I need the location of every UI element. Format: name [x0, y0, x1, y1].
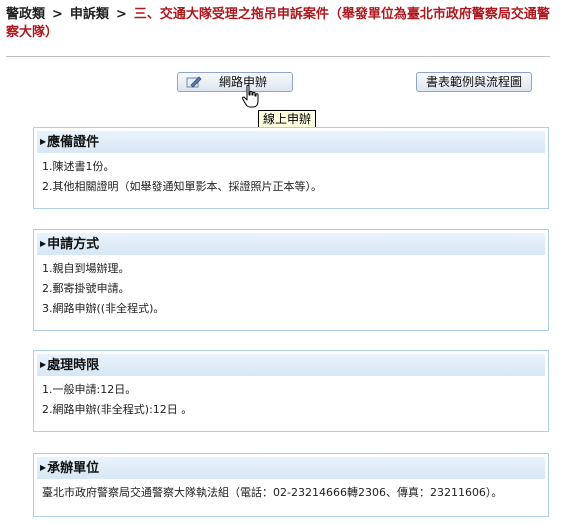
section-title: 承辦單位	[47, 461, 100, 476]
section-line: 1.親自到場辦理。	[42, 262, 130, 275]
section-header: ▶承辦單位	[37, 457, 545, 479]
section-required-documents: ▶應備證件 1.陳述書1份。 2.其他相關證明（如舉發通知單影本、採證照片正本等…	[33, 127, 549, 209]
section-title: 應備證件	[47, 135, 100, 150]
triangle-right-icon: ▶	[40, 463, 47, 472]
pen-icon	[186, 76, 202, 88]
section-body: 1.親自到場辦理。 2.郵寄掛號申請。 3.網路申辦((非全程式)。	[34, 255, 548, 319]
forms-and-flowchart-button[interactable]: 書表範例與流程圖	[416, 72, 532, 92]
section-line: 2.郵寄掛號申請。	[42, 282, 130, 295]
section-title: 處理時限	[47, 358, 100, 373]
forms-and-flowchart-label: 書表範例與流程圖	[425, 75, 522, 89]
section-body: 臺北市政府警察局交通警察大隊執法組（電話：02-23214666轉2306、傳真…	[34, 479, 548, 503]
triangle-right-icon: ▶	[40, 239, 47, 248]
section-line: 2.其他相關證明（如舉發通知單影本、採證照片正本等）。	[42, 180, 322, 193]
section-body: 1.一般申請:12日。 2.網路申辦(非全程式):12日 。	[34, 376, 548, 420]
section-body: 1.陳述書1份。 2.其他相關證明（如舉發通知單影本、採證照片正本等）。	[34, 153, 548, 197]
breadcrumb-item-police[interactable]: 警政類	[6, 7, 45, 22]
section-line: 2.網路申辦(非全程式):12日 。	[42, 403, 193, 416]
section-line: 3.網路申辦((非全程式)。	[42, 302, 165, 315]
online-apply-button[interactable]: 網路申辦	[177, 72, 293, 92]
breadcrumb-item-complaint[interactable]: 申訴類	[70, 7, 109, 22]
section-processing-time: ▶處理時限 1.一般申請:12日。 2.網路申辦(非全程式):12日 。	[33, 350, 549, 432]
section-application-method: ▶申請方式 1.親自到場辦理。 2.郵寄掛號申請。 3.網路申辦((非全程式)。	[33, 229, 549, 331]
breadcrumb-separator: >	[115, 7, 127, 22]
section-header: ▶申請方式	[37, 233, 545, 255]
hand-cursor-icon	[241, 84, 259, 108]
section-line: 1.陳述書1份。	[42, 160, 115, 173]
triangle-right-icon: ▶	[40, 360, 47, 369]
breadcrumb-separator: >	[52, 7, 63, 22]
section-handling-unit: ▶承辦單位 臺北市政府警察局交通警察大隊執法組（電話：02-23214666轉2…	[33, 453, 549, 517]
breadcrumb: 警政類 > 申訴類 > 三、交通大隊受理之拖吊申訴案件（舉發單位為臺北市政府警察局交通警…	[6, 6, 556, 42]
section-header: ▶處理時限	[37, 354, 545, 376]
section-title: 申請方式	[47, 237, 100, 252]
header-divider	[6, 56, 550, 57]
section-header: ▶應備證件	[37, 131, 545, 153]
section-line: 臺北市政府警察局交通警察大隊執法組（電話：02-23214666轉2306、傳真…	[42, 486, 503, 499]
triangle-right-icon: ▶	[40, 137, 47, 146]
section-line: 1.一般申請:12日。	[42, 383, 137, 396]
